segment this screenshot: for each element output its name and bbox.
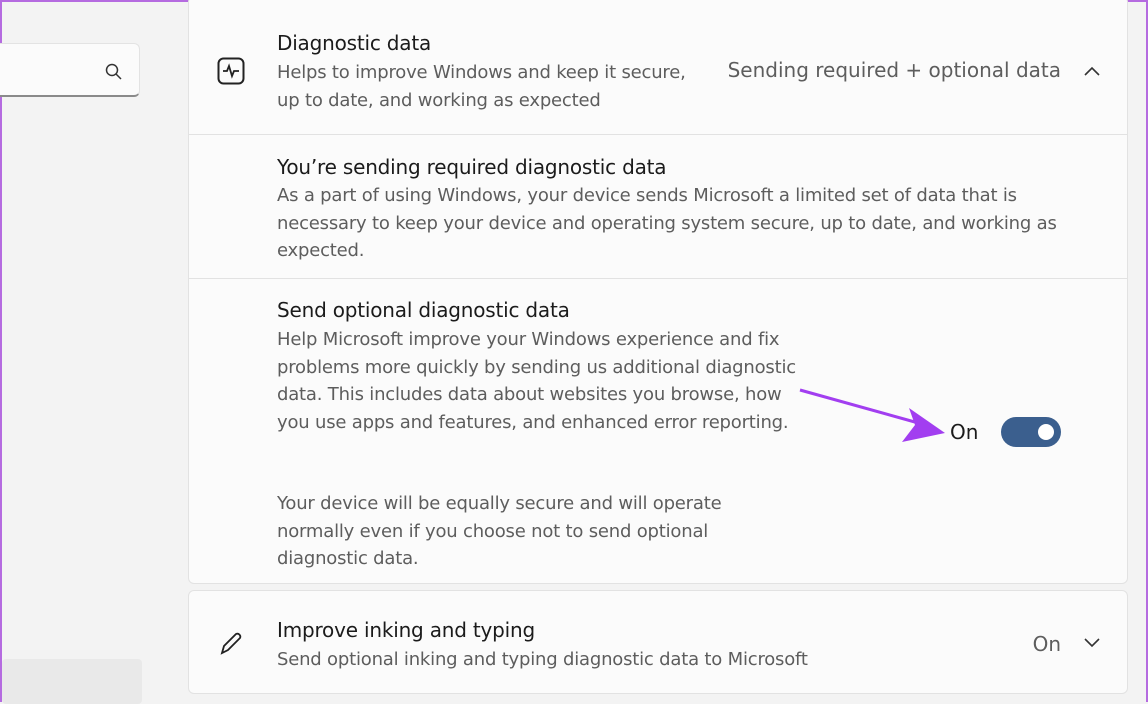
optional-data-section: Send optional diagnostic data Help Micro… <box>189 278 1127 585</box>
diagnostic-title: Diagnostic data <box>277 31 432 55</box>
optional-data-toggle[interactable] <box>1001 417 1061 447</box>
required-data-section: You’re sending required diagnostic data … <box>189 134 1127 278</box>
required-desc: As a part of using Windows, your device … <box>277 185 1057 261</box>
diagnostic-data-card: Diagnostic data Helps to improve Windows… <box>188 0 1128 584</box>
diagnostic-data-header[interactable]: Diagnostic data Helps to improve Windows… <box>189 0 1127 134</box>
chevron-down-icon[interactable] <box>1083 637 1101 649</box>
inking-status: On <box>1032 632 1061 656</box>
diagnostic-status: Sending required + optional data <box>727 58 1061 82</box>
inking-desc: Send optional inking and typing diagnost… <box>277 649 808 670</box>
chevron-up-icon[interactable] <box>1083 65 1101 77</box>
inking-typing-card[interactable]: Improve inking and typing Send optional … <box>188 590 1128 694</box>
annotation-arrow <box>799 388 945 442</box>
toggle-label: On <box>950 420 979 444</box>
optional-desc: Help Microsoft improve your Windows expe… <box>277 329 796 433</box>
diagnostic-desc: Helps to improve Windows and keep it sec… <box>277 62 686 111</box>
optional-note: Your device will be equally secure and w… <box>277 493 722 569</box>
inking-title: Improve inking and typing <box>277 618 535 642</box>
required-title: You’re sending required diagnostic data <box>277 155 667 179</box>
search-input[interactable] <box>0 43 140 97</box>
sidebar-selected-item[interactable] <box>2 659 142 704</box>
optional-title: Send optional diagnostic data <box>277 298 570 322</box>
pen-icon <box>220 632 242 655</box>
search-icon <box>105 63 122 80</box>
activity-icon <box>217 57 245 85</box>
